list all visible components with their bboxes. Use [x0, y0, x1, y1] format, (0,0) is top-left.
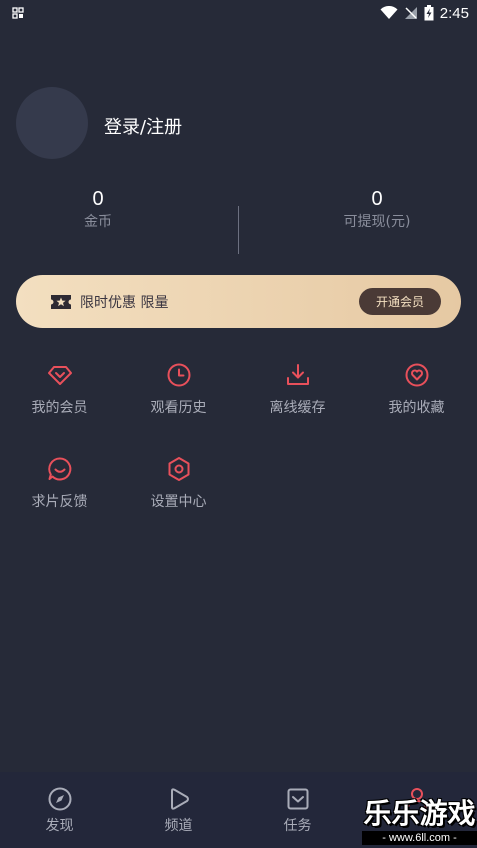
coins-stat[interactable]: 0 金币	[0, 186, 198, 232]
watermark-url: - www.6ll.com -	[362, 831, 477, 845]
menu-label: 设置中心	[150, 494, 207, 510]
menu-label: 我的会员	[31, 400, 88, 416]
nav-tab-channel[interactable]: 频道	[119, 786, 238, 835]
menu-label: 我的收藏	[388, 400, 445, 416]
menu-label: 离线缓存	[269, 400, 326, 416]
menu-label: 观看历史	[150, 400, 207, 416]
no-signal-icon	[404, 7, 417, 19]
status-bar: 2:45	[0, 0, 477, 26]
menu-item-request-feedback[interactable]: 求片反馈	[0, 456, 119, 511]
avatar[interactable]	[16, 87, 88, 159]
login-register-link[interactable]: 登录/注册	[104, 113, 182, 139]
notification-icon	[12, 7, 24, 19]
stats-divider	[238, 206, 239, 254]
menu-item-my-favorites[interactable]: 我的收藏	[357, 362, 476, 417]
coins-label: 金币	[84, 214, 112, 230]
clock-icon	[167, 363, 190, 387]
nav-label: 频道	[164, 818, 193, 834]
status-time: 2:45	[439, 4, 469, 22]
wifi-icon	[380, 6, 398, 19]
task-icon	[287, 788, 308, 810]
gear-icon	[168, 457, 189, 481]
menu-item-watch-history[interactable]: 观看历史	[119, 362, 238, 417]
vip-promo-text: 限时优惠 限量	[80, 294, 169, 311]
menu-item-settings[interactable]: 设置中心	[119, 456, 238, 511]
watermark-title: 乐乐游戏	[363, 797, 476, 830]
watermark: 乐乐游戏 - www.6ll.com -	[362, 798, 477, 848]
battery-charging-icon	[424, 5, 434, 21]
menu-item-offline-cache[interactable]: 离线缓存	[238, 362, 357, 417]
nav-tab-tasks[interactable]: 任务	[238, 786, 357, 835]
cash-stat[interactable]: 0 可提现(元)	[277, 186, 477, 232]
nav-label: 发现	[45, 818, 74, 834]
cash-label: 可提现(元)	[343, 214, 411, 230]
menu-label: 求片反馈	[31, 494, 88, 510]
open-vip-button[interactable]: 开通会员	[359, 288, 441, 315]
menu-item-my-vip[interactable]: 我的会员	[0, 362, 119, 417]
heart-icon	[405, 363, 428, 387]
chat-icon	[47, 457, 71, 481]
vip-banner[interactable]: 限时优惠 限量 开通会员	[16, 275, 461, 328]
compass-icon	[48, 787, 71, 811]
play-icon	[170, 788, 189, 810]
diamond-icon	[47, 366, 72, 385]
nav-tab-discover[interactable]: 发现	[0, 786, 119, 835]
download-icon	[286, 364, 309, 385]
ticket-star-icon	[51, 294, 71, 309]
nav-label: 任务	[283, 818, 312, 834]
cash-value: 0	[371, 188, 383, 210]
coins-value: 0	[92, 188, 104, 210]
